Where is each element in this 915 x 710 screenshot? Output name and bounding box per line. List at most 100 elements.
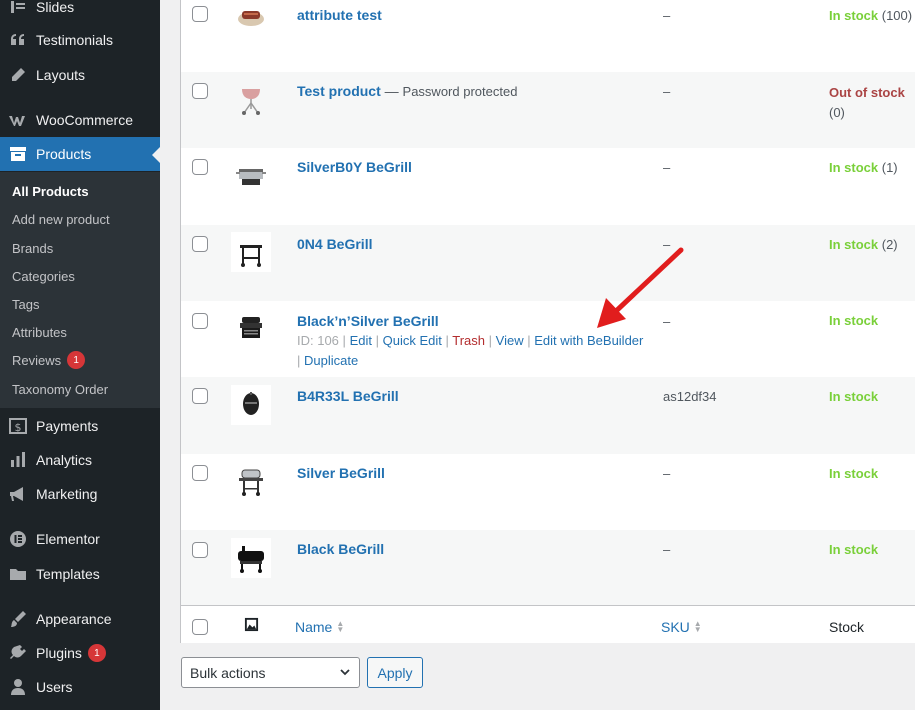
chevron-down-icon: [339, 665, 351, 681]
menu-label: Testimonials: [36, 32, 114, 48]
submenu-all-products[interactable]: All Products: [12, 184, 89, 199]
stock-cell: In stock: [829, 389, 878, 404]
row-checkbox[interactable]: [192, 159, 208, 175]
name-column-header[interactable]: Name ▲ ▼: [295, 619, 344, 635]
product-name-link[interactable]: SilverB0Y BeGrill: [297, 159, 412, 175]
separator: |: [488, 333, 493, 348]
menu-item-marketing[interactable]: Marketing: [0, 477, 160, 511]
stock-status: In stock: [829, 237, 879, 252]
row-actions: ID: 106 | Edit | Quick Edit | Trash | Vi…: [297, 331, 647, 371]
menu-label: Users: [36, 679, 73, 695]
stock-qty: (0): [829, 105, 845, 120]
separator: |: [445, 333, 449, 348]
menu-item-testimonials[interactable]: Testimonials: [0, 23, 160, 57]
menu-label: Slides: [36, 0, 75, 15]
stock-status: In stock: [829, 542, 879, 557]
menu-label: Marketing: [36, 486, 98, 502]
row-checkbox[interactable]: [192, 313, 208, 329]
row-checkbox[interactable]: [192, 388, 208, 404]
menu-item-elementor[interactable]: Elementor: [0, 522, 160, 556]
quick-edit-link[interactable]: Quick Edit: [383, 333, 442, 348]
password-protected-label: Password protected: [402, 84, 518, 99]
menu-item-templates[interactable]: Templates: [0, 557, 160, 591]
table-row: Silver BeGrill – In stock: [181, 454, 915, 530]
plug-icon: [0, 643, 36, 663]
food-icon[interactable]: [231, 0, 271, 36]
row-checkbox[interactable]: [192, 542, 208, 558]
edit-with-bebuilder-link[interactable]: Edit with BeBuilder: [534, 333, 643, 348]
sku-column-header[interactable]: SKU ▲ ▼: [661, 619, 702, 635]
menu-label: Products: [36, 146, 92, 162]
product-name-link[interactable]: attribute test: [297, 7, 382, 23]
menu-label: Templates: [36, 566, 100, 582]
submenu-attributes[interactable]: Attributes: [12, 325, 67, 340]
view-link[interactable]: View: [496, 333, 524, 348]
row-checkbox[interactable]: [192, 236, 208, 252]
submenu-reviews[interactable]: Reviews 1: [12, 351, 86, 369]
separator: |: [375, 333, 379, 348]
product-name-link[interactable]: 0N4 BeGrill: [297, 236, 372, 252]
menu-item-slides[interactable]: Slides: [0, 0, 160, 24]
row-checkbox[interactable]: [192, 465, 208, 481]
trash-link[interactable]: Trash: [452, 333, 485, 348]
stock-status: In stock: [829, 466, 879, 481]
stock-status: In stock: [829, 160, 879, 175]
product-sku: –: [663, 84, 671, 99]
menu-label: Payments: [36, 418, 99, 434]
menu-item-plugins[interactable]: Plugins 1: [0, 636, 160, 670]
bar-chart-icon: [0, 450, 36, 470]
submenu-taxonomy-order[interactable]: Taxonomy Order: [12, 382, 108, 397]
table-row: attribute test – In stock (100): [181, 0, 915, 72]
product-sku: –: [663, 8, 671, 23]
menu-item-appearance[interactable]: Appearance: [0, 602, 160, 636]
cart-grill-icon[interactable]: [231, 232, 271, 272]
brush-icon: [0, 609, 36, 629]
row-checkbox[interactable]: [192, 83, 208, 99]
edit-link[interactable]: Edit: [350, 333, 372, 348]
menu-label: Layouts: [36, 67, 86, 83]
submenu-categories[interactable]: Categories: [12, 269, 75, 284]
menu-item-payments[interactable]: $ Payments: [0, 409, 160, 443]
table-row: Test product — Password protected – Out …: [181, 72, 915, 148]
product-name-link[interactable]: B4R33L BeGrill: [297, 388, 399, 404]
quote-icon: [0, 30, 36, 50]
product-name-link[interactable]: Black’n’Silver BeGrill: [297, 313, 439, 329]
menu-item-analytics[interactable]: Analytics: [0, 443, 160, 477]
gas-grill-icon[interactable]: [231, 154, 271, 194]
product-sku: –: [663, 466, 671, 481]
submenu-add-new-product[interactable]: Add new product: [12, 212, 110, 227]
image-icon: [244, 617, 259, 632]
wheeled-grill-icon[interactable]: [231, 461, 271, 501]
product-name-link[interactable]: Silver BeGrill: [297, 465, 385, 481]
table-row: Black BeGrill – In stock: [181, 530, 915, 605]
user-icon: [0, 677, 36, 697]
row-checkbox[interactable]: [192, 6, 208, 22]
product-name-link[interactable]: Test product: [297, 83, 381, 99]
sort-icon: ▲ ▼: [693, 619, 702, 634]
menu-item-products[interactable]: Products: [0, 137, 160, 171]
kettle-grill-icon[interactable]: [231, 80, 271, 120]
menu-item-layouts[interactable]: Layouts: [0, 58, 160, 92]
menu-item-users[interactable]: Users: [0, 670, 160, 704]
table-row: SilverB0Y BeGrill – In stock (1): [181, 148, 915, 225]
table-footer-header: Name ▲ ▼ SKU ▲ ▼ Stock: [181, 605, 915, 643]
select-all-checkbox[interactable]: [192, 619, 208, 635]
sort-icon: ▲ ▼: [336, 619, 345, 634]
black-grill-icon[interactable]: [231, 308, 271, 348]
menu-item-woocommerce[interactable]: WooCommerce: [0, 103, 160, 137]
stock-cell: In stock: [829, 313, 878, 328]
bulk-actions-select[interactable]: Bulk actions: [181, 657, 360, 688]
separator: |: [527, 333, 531, 348]
smoker-grill-icon[interactable]: [231, 538, 271, 578]
product-sku: as12df34: [663, 389, 717, 404]
product-name-link[interactable]: Black BeGrill: [297, 541, 384, 557]
apply-button[interactable]: Apply: [367, 657, 423, 688]
reviews-count-badge: 1: [67, 351, 86, 369]
separator: |: [342, 333, 346, 348]
duplicate-link[interactable]: Duplicate: [304, 353, 358, 368]
submenu-brands[interactable]: Brands: [12, 241, 53, 256]
products-table: attribute test – In stock (100) Test pro…: [180, 0, 915, 643]
submenu-tags[interactable]: Tags: [12, 297, 39, 312]
menu-label: Analytics: [36, 452, 93, 468]
egg-grill-icon[interactable]: [231, 385, 271, 425]
